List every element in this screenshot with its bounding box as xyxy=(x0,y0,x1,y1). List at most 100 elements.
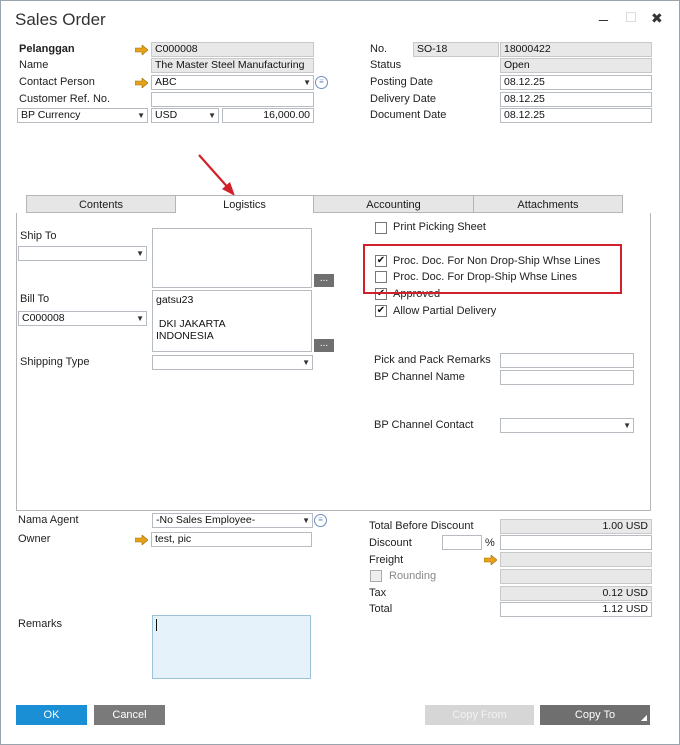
text-cursor xyxy=(156,619,157,631)
bill-to-label: Bill To xyxy=(20,293,50,305)
bp-channel-contact-select[interactable]: ▼ xyxy=(500,418,634,433)
contact-person-label: Contact Person xyxy=(19,76,95,88)
allow-partial-checkbox[interactable]: ✔ xyxy=(375,305,387,317)
shipping-type-label: Shipping Type xyxy=(20,356,90,368)
maximize-button[interactable]: □ xyxy=(626,9,636,27)
remarks-label: Remarks xyxy=(18,618,63,630)
rounding-label: Rounding xyxy=(389,570,437,582)
status-field: Open xyxy=(500,58,652,73)
bill-to-address[interactable]: gatsu23 DKI JAKARTA INDONESIA xyxy=(152,290,312,352)
owner-field[interactable]: test, pic xyxy=(151,532,312,547)
ship-to-address[interactable] xyxy=(152,228,312,288)
discount-percent-field[interactable] xyxy=(442,535,482,550)
corner-triangle-icon: ◢ xyxy=(640,713,647,722)
bill-to-more-button[interactable]: ... xyxy=(314,339,334,352)
delivery-date-label: Delivery Date xyxy=(370,93,437,105)
series-field[interactable]: SO-18 xyxy=(413,42,499,57)
name-label: Name xyxy=(19,59,49,71)
percent-sign: % xyxy=(485,537,495,549)
rounding-field xyxy=(500,569,652,584)
total-value: 1.12 USD xyxy=(500,602,652,617)
chevron-down-icon: ▼ xyxy=(137,111,145,120)
shipping-type-select[interactable]: ▼ xyxy=(152,355,313,370)
copy-to-button[interactable]: Copy To ◢ xyxy=(540,705,650,725)
ship-to-more-button[interactable]: ... xyxy=(314,274,334,287)
agent-label: Nama Agent xyxy=(18,514,79,526)
rounding-checkbox[interactable] xyxy=(370,570,382,582)
tab-contents[interactable]: Contents xyxy=(26,195,176,213)
ship-to-label: Ship To xyxy=(20,230,57,242)
chevron-down-icon: ▼ xyxy=(136,314,144,323)
bp-channel-name-label: BP Channel Name xyxy=(374,371,465,383)
bill-to-select[interactable]: C000008 ▼ xyxy=(18,311,147,326)
bp-channel-name-field[interactable] xyxy=(500,370,634,385)
doc-number-field[interactable]: 18000422 xyxy=(500,42,652,57)
posting-date-label: Posting Date xyxy=(370,76,433,88)
customer-ref-label: Customer Ref. No. xyxy=(19,93,111,105)
ok-button[interactable]: OK xyxy=(16,705,87,725)
window-title: Sales Order xyxy=(15,10,106,29)
total-before-discount-label: Total Before Discount xyxy=(369,520,474,532)
print-picking-checkbox[interactable] xyxy=(375,222,387,234)
list-icon[interactable]: ≡ xyxy=(315,76,328,89)
tax-label: Tax xyxy=(369,587,387,599)
currency-select[interactable]: USD ▼ xyxy=(151,108,219,123)
tab-accounting[interactable]: Accounting xyxy=(313,195,474,213)
chevron-down-icon: ▼ xyxy=(303,78,311,87)
pick-pack-field[interactable] xyxy=(500,353,634,368)
contact-person-value: ABC xyxy=(155,76,177,88)
tax-value: 0.12 USD xyxy=(500,586,652,601)
sales-order-window: Sales Order _ □ ✖ Pelanggan C000008 Name… xyxy=(0,0,680,745)
ship-to-select[interactable]: ▼ xyxy=(18,246,147,261)
print-picking-label: Print Picking Sheet xyxy=(393,221,486,233)
bp-channel-contact-label: BP Channel Contact xyxy=(374,419,474,431)
currency-type-select[interactable]: BP Currency ▼ xyxy=(17,108,148,123)
bill-to-select-value: C000008 xyxy=(22,312,65,324)
customer-ref-field[interactable] xyxy=(151,92,314,107)
copy-to-label: Copy To xyxy=(574,709,616,721)
copy-from-button[interactable]: Copy From xyxy=(425,705,534,725)
cancel-button[interactable]: Cancel xyxy=(94,705,165,725)
annotation-arrow-icon xyxy=(198,154,235,196)
chevron-down-icon: ▼ xyxy=(302,516,310,525)
chevron-down-icon: ▼ xyxy=(136,249,144,258)
posting-date-field[interactable]: 08.12.25 xyxy=(500,75,652,90)
contact-person-select[interactable]: ABC ▼ xyxy=(151,75,314,90)
highlight-box xyxy=(363,244,622,294)
discount-amount-field[interactable] xyxy=(500,535,652,550)
list-icon[interactable]: ≡ xyxy=(314,514,327,527)
no-label: No. xyxy=(370,43,388,55)
currency-type-value: BP Currency xyxy=(21,109,81,121)
chevron-down-icon: ▼ xyxy=(623,421,631,430)
currency-value: USD xyxy=(155,109,178,121)
total-label: Total xyxy=(369,603,393,615)
minimize-button[interactable]: _ xyxy=(599,5,608,23)
chevron-down-icon: ▼ xyxy=(208,111,216,120)
freight-label: Freight xyxy=(369,554,404,566)
document-date-field[interactable]: 08.12.25 xyxy=(500,108,652,123)
customer-label: Pelanggan xyxy=(19,43,75,55)
tab-attachments[interactable]: Attachments xyxy=(473,195,623,213)
tab-logistics[interactable]: Logistics xyxy=(175,195,314,215)
customer-name-field[interactable]: The Master Steel Manufacturing xyxy=(151,58,314,73)
customer-link-arrow-icon[interactable] xyxy=(135,45,148,55)
allow-partial-label: Allow Partial Delivery xyxy=(393,305,497,317)
pick-pack-label: Pick and Pack Remarks xyxy=(374,354,491,366)
freight-field xyxy=(500,552,652,567)
contact-link-arrow-icon[interactable] xyxy=(135,78,148,88)
document-date-label: Document Date xyxy=(370,109,447,121)
agent-select[interactable]: -No Sales Employee- ▼ xyxy=(152,513,313,528)
owner-label: Owner xyxy=(18,533,51,545)
status-label: Status xyxy=(370,59,402,71)
currency-amount-field[interactable]: 16,000.00 xyxy=(222,108,314,123)
chevron-down-icon: ▼ xyxy=(302,358,310,367)
owner-link-arrow-icon[interactable] xyxy=(135,535,148,545)
freight-link-arrow-icon[interactable] xyxy=(484,555,497,565)
remarks-textarea[interactable] xyxy=(152,615,311,679)
close-button[interactable]: ✖ xyxy=(651,9,663,27)
customer-code-field[interactable]: C000008 xyxy=(151,42,314,57)
discount-label: Discount xyxy=(369,537,412,549)
total-before-discount-value: 1.00 USD xyxy=(500,519,652,534)
delivery-date-field[interactable]: 08.12.25 xyxy=(500,92,652,107)
agent-value: -No Sales Employee- xyxy=(156,514,256,526)
